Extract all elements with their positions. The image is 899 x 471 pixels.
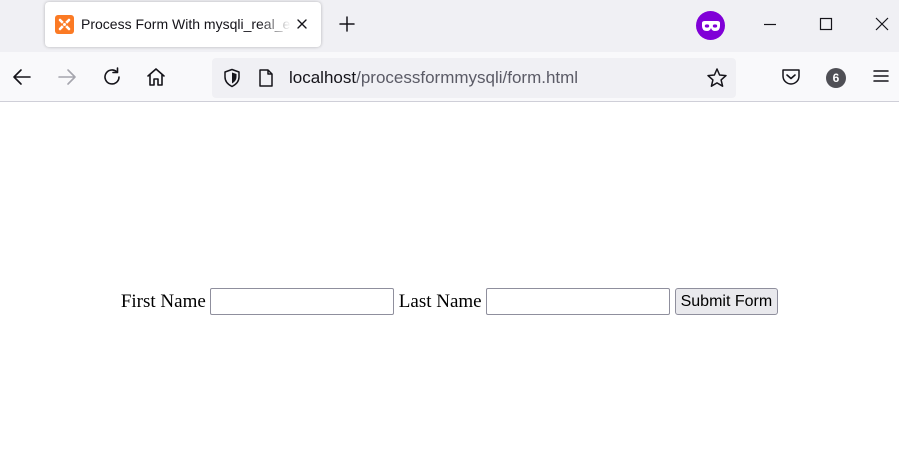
name-form: First Name Last Name Submit Form <box>0 288 899 315</box>
xampp-icon <box>55 15 74 34</box>
pocket-icon[interactable] <box>780 66 802 88</box>
first-name-label: First Name <box>120 290 206 312</box>
minimize-icon[interactable] <box>762 16 778 32</box>
navigation-toolbar: localhost/processformmysqli/form.html 6 <box>0 52 899 102</box>
submit-form-button[interactable]: Submit Form <box>674 288 779 315</box>
close-icon[interactable] <box>874 16 890 32</box>
maximize-icon[interactable] <box>818 16 834 32</box>
last-name-input[interactable] <box>485 288 670 315</box>
page-icon[interactable] <box>258 68 274 88</box>
star-icon[interactable] <box>706 67 728 89</box>
arrow-left-icon[interactable] <box>11 66 33 88</box>
shield-icon[interactable] <box>222 68 242 88</box>
last-name-label: Last Name <box>398 290 482 312</box>
tab-active[interactable]: Process Form With mysqli_real_escape_str… <box>45 2 321 47</box>
plus-icon[interactable] <box>338 15 356 33</box>
url-host: localhost <box>289 68 357 87</box>
extension-badge[interactable]: 6 <box>826 68 846 88</box>
url-path: /processformmysqli/form.html <box>356 68 579 87</box>
arrow-right-icon[interactable] <box>56 66 78 88</box>
page-content: First Name Last Name Submit Form <box>0 103 899 471</box>
mask-icon <box>696 11 725 40</box>
close-tab-icon[interactable] <box>295 17 309 31</box>
tab-strip: Process Form With mysqli_real_escape_str… <box>0 0 899 52</box>
tab-title: Process Form With mysqli_real_escape_str… <box>81 16 291 32</box>
first-name-input[interactable] <box>209 288 394 315</box>
reload-icon[interactable] <box>101 66 123 88</box>
url-text[interactable]: localhost/processformmysqli/form.html <box>289 68 578 88</box>
hamburger-icon[interactable] <box>872 67 890 85</box>
home-icon[interactable] <box>145 66 167 88</box>
address-bar[interactable]: localhost/processformmysqli/form.html <box>212 58 736 98</box>
